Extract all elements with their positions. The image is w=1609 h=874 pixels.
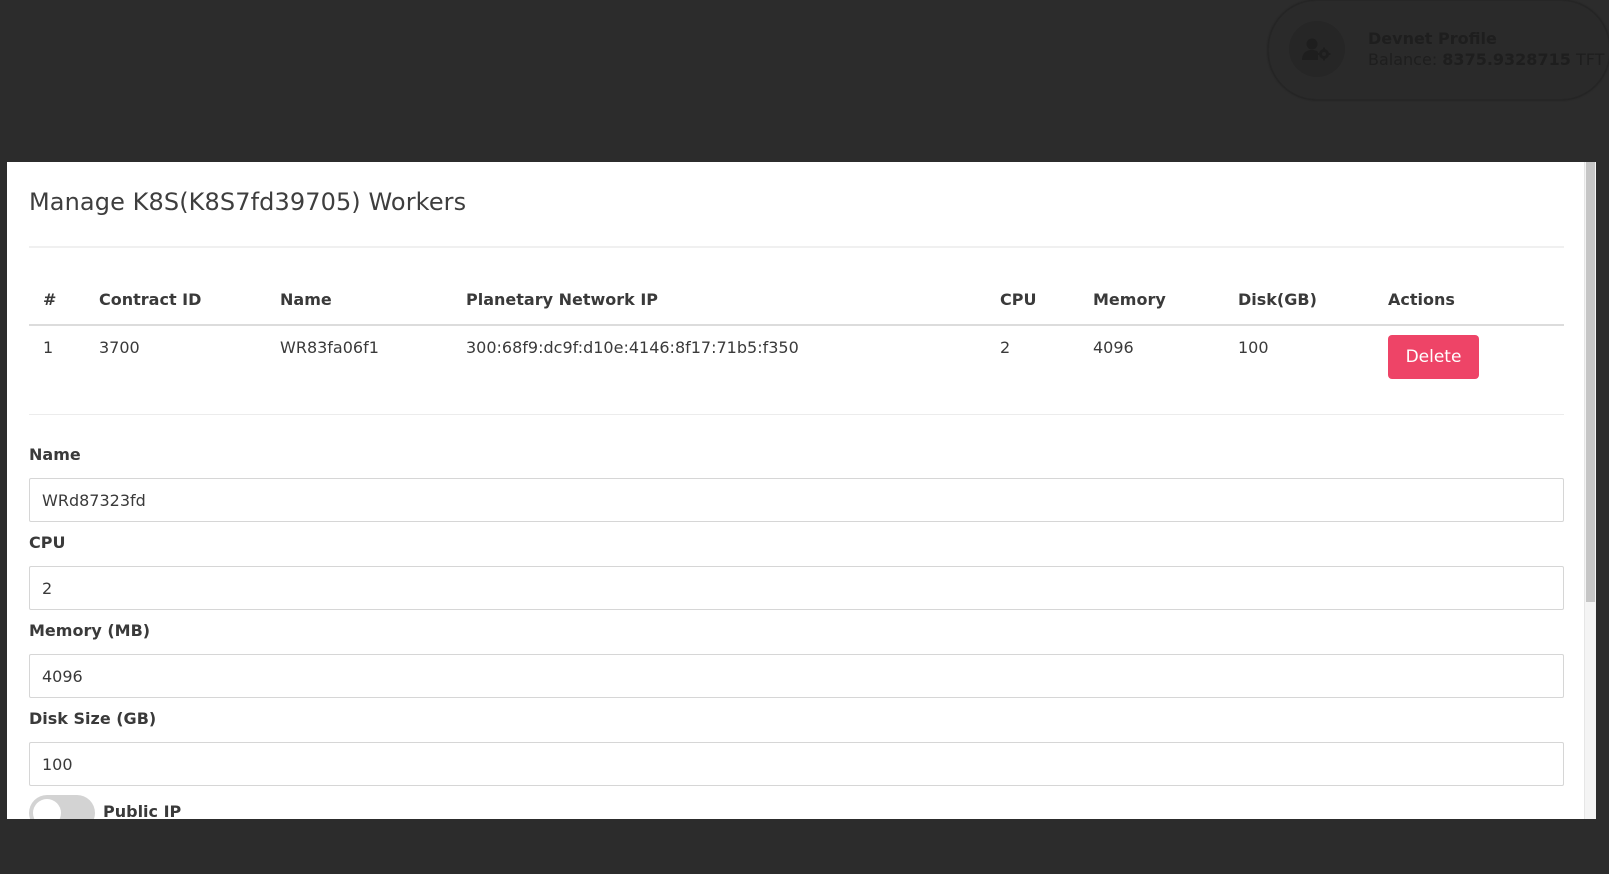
cell-contract-id: 3700 bbox=[99, 338, 140, 357]
public-ip-toggle[interactable] bbox=[29, 795, 95, 819]
column-header-name: Name bbox=[266, 274, 452, 326]
cell-disk: 100 bbox=[1238, 338, 1269, 357]
public-ip-label: Public IP bbox=[103, 802, 182, 819]
column-header-memory: Memory bbox=[1079, 274, 1224, 326]
name-input[interactable] bbox=[29, 478, 1564, 522]
title-divider bbox=[29, 246, 1564, 248]
manage-workers-dialog: Manage K8S(K8S7fd39705) Workers # Contra… bbox=[7, 162, 1596, 819]
cell-index: 1 bbox=[43, 338, 54, 357]
cell-actions: Delete bbox=[1374, 325, 1564, 413]
balance-label: Balance: bbox=[1368, 50, 1438, 69]
disk-size-label: Disk Size (GB) bbox=[29, 709, 157, 728]
scrollbar-thumb[interactable] bbox=[1586, 162, 1595, 602]
column-header-index: # bbox=[29, 274, 85, 326]
dialog-title: Manage K8S(K8S7fd39705) Workers bbox=[29, 188, 467, 216]
table-divider bbox=[29, 414, 1564, 415]
memory-input[interactable] bbox=[29, 654, 1564, 698]
dialog-scrollbar[interactable] bbox=[1584, 162, 1596, 819]
column-header-contract-id: Contract ID bbox=[85, 274, 266, 326]
delete-worker-button[interactable]: Delete bbox=[1388, 335, 1479, 379]
table-header-row: # Contract ID Name Planetary Network IP … bbox=[29, 274, 1564, 326]
column-header-cpu: CPU bbox=[986, 274, 1079, 326]
cell-planetary-ip: 300:68f9:dc9f:d10e:4146:8f17:71b5:f350 bbox=[466, 338, 799, 357]
profile-title: Devnet Profile bbox=[1368, 29, 1497, 48]
memory-label: Memory (MB) bbox=[29, 621, 151, 640]
user-gear-icon bbox=[1302, 38, 1331, 61]
profile-balance: Balance: 8375.9328715 TFT bbox=[1368, 49, 1604, 70]
column-header-disk: Disk(GB) bbox=[1224, 274, 1374, 326]
disk-size-input[interactable] bbox=[29, 742, 1564, 786]
column-header-actions: Actions bbox=[1374, 274, 1564, 326]
table-row: 1 3700 WR83fa06f1 300:68f9:dc9f:d10e:414… bbox=[29, 325, 1564, 413]
cpu-label: CPU bbox=[29, 533, 66, 552]
balance-unit: TFT bbox=[1575, 50, 1605, 69]
name-label: Name bbox=[29, 445, 81, 464]
toggle-knob bbox=[33, 799, 61, 819]
cpu-input[interactable] bbox=[29, 566, 1564, 610]
cell-name: WR83fa06f1 bbox=[280, 338, 379, 357]
profile-info: Devnet Profile Balance: 8375.9328715 TFT bbox=[1368, 28, 1604, 70]
profile-card[interactable]: Devnet Profile Balance: 8375.9328715 TFT bbox=[1268, 0, 1609, 100]
workers-table: # Contract ID Name Planetary Network IP … bbox=[29, 274, 1564, 413]
balance-amount: 8375.9328715 bbox=[1442, 50, 1571, 69]
profile-avatar bbox=[1289, 21, 1345, 77]
column-header-planetary-ip: Planetary Network IP bbox=[452, 274, 986, 326]
cell-memory: 4096 bbox=[1093, 338, 1134, 357]
cell-cpu: 2 bbox=[1000, 338, 1011, 357]
